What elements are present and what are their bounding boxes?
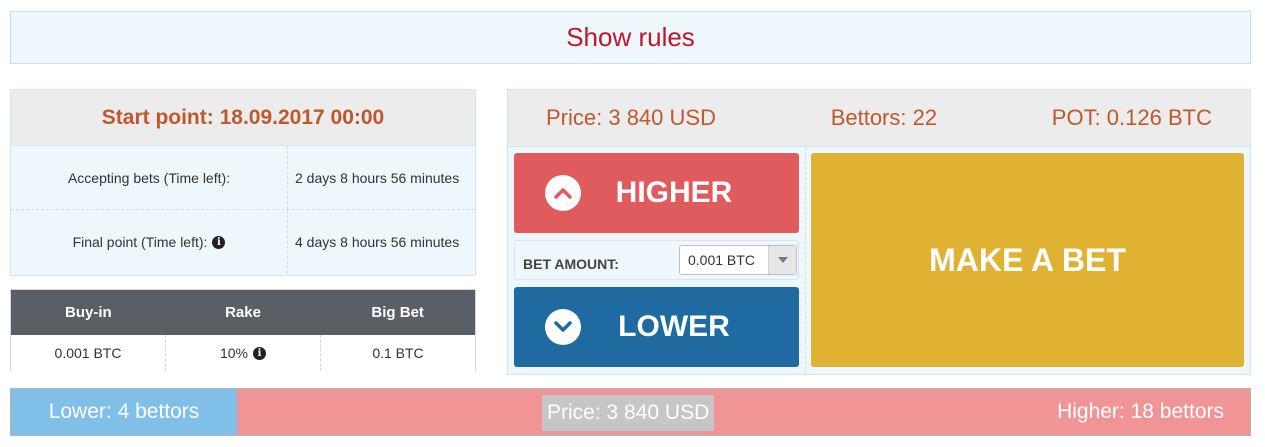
fees-table-row: 0.001 BTC 10% i 0.1 BTC (11, 335, 475, 371)
bet-amount-select[interactable]: 0.001 BTC (679, 245, 797, 275)
higher-bettors-label: Higher: 18 bettors (1057, 389, 1224, 435)
accepting-bets-value: 2 days 8 hours 56 minutes (295, 169, 460, 186)
accepting-bets-label: Accepting bets (Time left): (11, 146, 288, 209)
start-point-header: Start point: 18.09.2017 00:00 (11, 90, 475, 146)
chevron-up-icon (545, 175, 581, 211)
bet-panel: Price: 3 840 USD Bettors: 22 POT: 0.126 … (507, 89, 1251, 375)
higher-button[interactable]: HIGHER (514, 153, 799, 233)
rake-cell: 10% i (166, 335, 321, 371)
buy-in-value: 0.001 BTC (11, 335, 166, 371)
fees-table: Buy-in Rake Big Bet 0.001 BTC 10% i 0.1 … (10, 289, 476, 371)
final-point-label-cell: Final point (Time left): i (11, 210, 288, 274)
round-stats-header: Price: 3 840 USD Bettors: 22 POT: 0.126 … (508, 90, 1250, 147)
final-point-row: Final point (Time left): i 4 days 8 hour… (11, 210, 475, 274)
make-bet-label: MAKE A BET (929, 241, 1126, 278)
rake-value: 10% (219, 345, 249, 361)
buy-in-header: Buy-in (65, 304, 112, 321)
final-point-label: Final point (Time left): (72, 234, 208, 250)
higher-label: HIGHER (615, 176, 733, 209)
caret-down-icon (768, 246, 796, 274)
start-point-text: Start point: 18.09.2017 00:00 (101, 105, 385, 129)
current-price: Price: 3 840 USD (546, 105, 716, 130)
round-info-panel: Start point: 18.09.2017 00:00 Accepting … (10, 89, 476, 276)
make-bet-button[interactable]: MAKE A BET (811, 153, 1244, 367)
lower-bettors-segment: Lower: 4 bettors (11, 389, 237, 435)
bet-amount-label: BET AMOUNT: (523, 256, 619, 272)
bet-amount-value: 0.001 BTC (688, 252, 755, 268)
bet-amount-row: BET AMOUNT: 0.001 BTC (514, 240, 799, 280)
show-rules-button[interactable]: Show rules (10, 11, 1251, 64)
chevron-down-icon (545, 309, 581, 345)
divider (805, 147, 806, 374)
lower-label: LOWER (618, 310, 730, 343)
info-icon[interactable]: i (212, 235, 226, 249)
final-point-value: 4 days 8 hours 56 minutes (295, 234, 460, 250)
lower-bettors-text: Lower: 4 bettors (48, 400, 200, 423)
higher-bettors-text: Higher: 18 bettors (1057, 400, 1224, 423)
pot-amount: POT: 0.126 BTC (1051, 105, 1212, 130)
show-rules-label: Show rules (566, 22, 695, 52)
info-icon[interactable]: i (253, 346, 267, 360)
price-marker: Price: 3 840 USD (542, 395, 715, 431)
lower-button[interactable]: LOWER (514, 287, 799, 367)
higher-bettors-segment: Price: 3 840 USD Higher: 18 bettors (237, 389, 1250, 435)
bettors-count: Bettors: 22 (830, 105, 938, 130)
big-bet-value: 0.1 BTC (372, 345, 424, 361)
bettors-split-bar: Lower: 4 bettors Price: 3 840 USD Higher… (10, 388, 1251, 436)
fees-table-header: Buy-in Rake Big Bet (11, 290, 475, 335)
accepting-bets-row: Accepting bets (Time left): 2 days 8 hou… (11, 146, 475, 210)
big-bet-header: Big Bet (371, 304, 424, 321)
bet-controls: HIGHER BET AMOUNT: 0.001 BTC LOWER MAKE … (508, 147, 1250, 374)
rake-header: Rake (225, 304, 261, 321)
price-marker-text: Price: 3 840 USD (547, 401, 710, 424)
